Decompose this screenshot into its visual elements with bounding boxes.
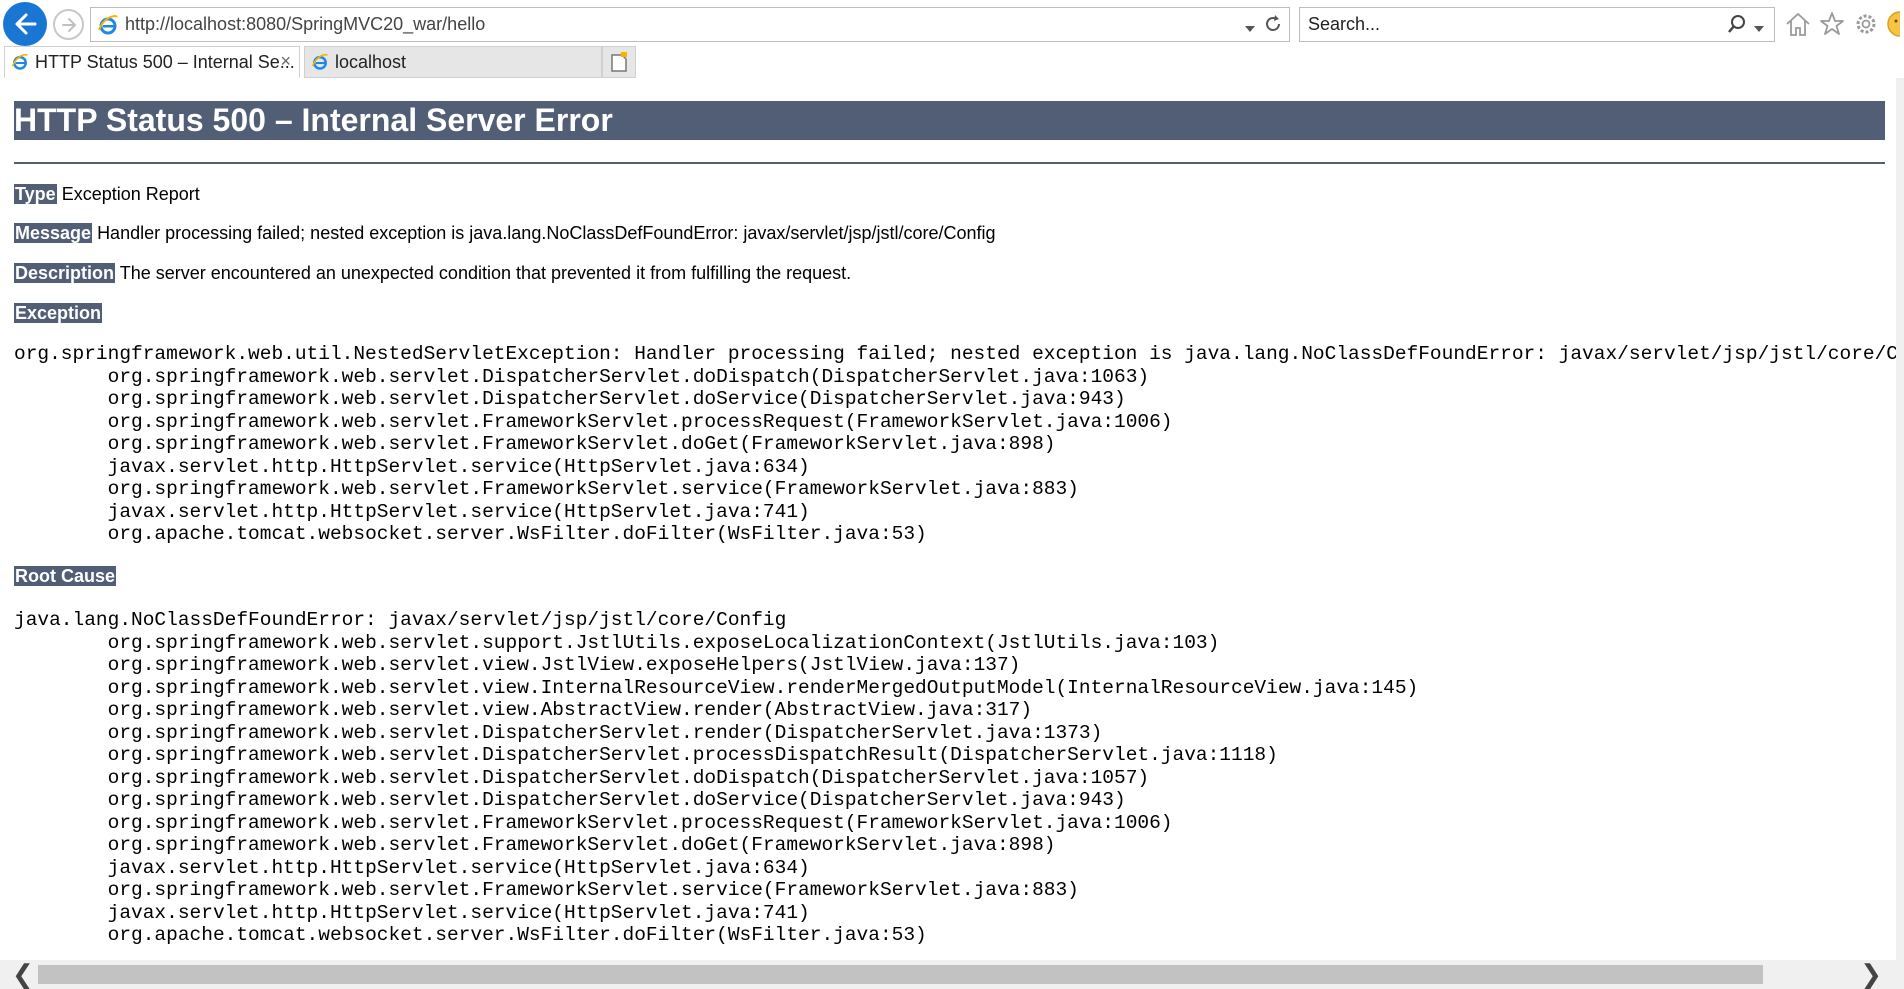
ie-logo-icon: [11, 53, 29, 71]
message-label: Message: [14, 223, 93, 243]
root-cause-label: Root Cause: [14, 566, 117, 586]
back-button[interactable]: [3, 2, 47, 46]
back-arrow-icon: [15, 13, 37, 35]
ie-logo-icon: [97, 14, 119, 41]
type-row: Type Exception Report: [14, 183, 200, 205]
scroll-right-icon[interactable]: ❯: [1860, 961, 1882, 987]
exception-heading: Exception: [14, 302, 103, 324]
favorites-star-icon[interactable]: [1818, 10, 1846, 38]
tab-label: localhost: [335, 51, 407, 72]
search-box[interactable]: Search...: [1299, 7, 1775, 42]
url-text[interactable]: http://localhost:8080/SpringMVC20_war/he…: [125, 8, 485, 41]
new-tab-icon: [611, 52, 627, 72]
toolbar-icons: [1784, 10, 1900, 38]
message-value: Handler processing failed; nested except…: [97, 223, 996, 243]
settings-gear-icon[interactable]: [1852, 10, 1880, 38]
forward-button[interactable]: [53, 9, 84, 40]
tab-strip: HTTP Status 500 – Internal Se... × local…: [0, 46, 1904, 78]
address-bar[interactable]: http://localhost:8080/SpringMVC20_war/he…: [90, 7, 1290, 42]
smiley-feedback-icon[interactable]: [1886, 10, 1900, 38]
address-dropdown-icon[interactable]: [1245, 20, 1255, 38]
home-icon[interactable]: [1784, 10, 1812, 38]
divider: [14, 162, 1885, 164]
new-tab-button[interactable]: [602, 46, 636, 78]
tab-localhost[interactable]: localhost: [304, 46, 602, 78]
scroll-left-icon[interactable]: ❮: [12, 961, 34, 987]
search-input[interactable]: Search...: [1308, 8, 1380, 41]
exception-label: Exception: [14, 303, 103, 323]
refresh-icon[interactable]: [1263, 14, 1283, 39]
root-cause-heading: Root Cause: [14, 565, 117, 587]
exception-stack-trace: org.springframework.web.util.NestedServl…: [14, 343, 1896, 545]
search-icon[interactable]: [1727, 14, 1747, 39]
tab-http-status-500[interactable]: HTTP Status 500 – Internal Se... ×: [4, 46, 300, 78]
type-label: Type: [14, 184, 57, 204]
ie-logo-icon: [311, 53, 329, 71]
scrollbar-thumb[interactable]: [38, 965, 1763, 984]
tab-label: HTTP Status 500 – Internal Se...: [35, 51, 295, 72]
description-label: Description: [14, 263, 116, 283]
close-tab-icon[interactable]: ×: [280, 51, 291, 72]
horizontal-scrollbar[interactable]: ❮ ❯: [0, 960, 1896, 989]
page-viewport: HTTP Status 500 – Internal Server Error …: [0, 78, 1896, 960]
page-title: HTTP Status 500 – Internal Server Error: [14, 101, 1885, 140]
navigation-bar: http://localhost:8080/SpringMVC20_war/he…: [0, 0, 1904, 48]
root-cause-stack-trace: java.lang.NoClassDefFoundError: javax/se…: [14, 609, 1419, 946]
forward-arrow-icon: [61, 17, 76, 32]
browser-chrome: http://localhost:8080/SpringMVC20_war/he…: [0, 0, 1904, 78]
description-value: The server encountered an unexpected con…: [119, 263, 852, 283]
description-row: Description The server encountered an un…: [14, 262, 851, 284]
type-value: Exception Report: [61, 184, 200, 204]
search-dropdown-icon[interactable]: [1754, 20, 1764, 38]
vertical-scrollbar[interactable]: [1896, 78, 1904, 989]
message-row: Message Handler processing failed; neste…: [14, 222, 996, 244]
